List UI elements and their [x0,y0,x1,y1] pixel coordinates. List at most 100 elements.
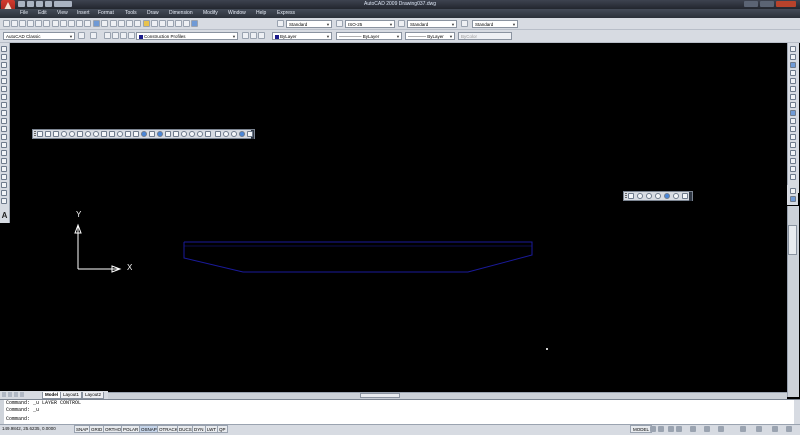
3d-align-icon[interactable] [197,131,203,137]
toolbar-grip[interactable] [34,131,36,137]
array-icon[interactable] [790,78,796,84]
3d-rotate-icon[interactable] [189,131,195,137]
dim-style-icon[interactable] [336,20,343,27]
markup-icon[interactable] [175,20,182,27]
wipeout-icon[interactable] [1,198,7,204]
stretch-icon[interactable] [790,110,796,116]
rotate-icon[interactable] [790,94,796,100]
tab-model[interactable]: Model [42,392,61,399]
ellipse-arc-icon[interactable] [1,126,7,132]
menu-express[interactable]: Express [277,10,295,16]
pan-icon[interactable] [110,20,117,27]
vertical-scrollbar-thumb[interactable] [788,225,797,255]
2d-wireframe-icon[interactable] [628,193,634,199]
close-button[interactable] [776,1,796,7]
lineweight-control-dropdown[interactable]: ———— ByLayer ▼ [405,32,455,40]
pyramid-icon[interactable] [93,131,99,137]
polygon-icon[interactable] [1,70,7,76]
chamfer-icon[interactable] [790,158,796,164]
coordinate-display[interactable]: 149.9842, 25.6235, 0.0000 [2,426,56,431]
visual-style-settings-icon[interactable] [682,193,688,199]
table-icon[interactable] [1,182,7,188]
tab-layout2[interactable]: Layout2 [82,392,105,399]
maximize-button[interactable] [760,1,774,7]
ellipse-icon[interactable] [1,118,7,124]
render-icon[interactable] [239,131,245,137]
scale-icon[interactable] [790,102,796,108]
sphere-icon[interactable] [69,131,75,137]
menu-file[interactable]: File [20,10,28,16]
save-icon[interactable] [36,1,43,7]
menu-tools[interactable]: Tools [125,10,137,16]
extrude-icon[interactable] [117,131,123,137]
undo-icon[interactable] [93,20,100,27]
3d-wireframe-icon[interactable] [637,193,643,199]
3d-move-icon[interactable] [181,131,187,137]
grid-toggle[interactable]: GRID [89,425,105,433]
join-icon[interactable] [790,150,796,156]
arc-icon[interactable] [1,86,7,92]
model-space-button[interactable]: MODEL [630,425,653,433]
multiline-text-icon[interactable]: A [1,211,8,220]
zoom-tray-icon[interactable] [676,426,682,432]
subtract-icon[interactable] [165,131,171,137]
zoom-window-icon[interactable] [126,20,133,27]
insert-block-icon[interactable] [1,134,7,140]
new-file-icon[interactable] [18,1,25,7]
drawing-area[interactable] [10,43,787,391]
layer-previous-icon[interactable] [250,32,257,39]
command-window-scrollbar[interactable] [794,400,800,424]
box-icon[interactable] [45,131,51,137]
auto-scale-icon[interactable] [718,426,724,432]
loft-icon[interactable] [149,131,155,137]
workspace-dropdown[interactable]: AutoCAD Classic ▼ [3,32,75,40]
first-tab-icon[interactable] [2,392,6,397]
revolve-icon[interactable] [141,131,147,137]
sweep-icon[interactable] [133,131,139,137]
presspull-icon[interactable] [125,131,131,137]
layer-dropdown[interactable]: Construction Profiles ▼ [136,32,238,40]
menu-help[interactable]: Help [256,10,266,16]
menu-edit[interactable]: Edit [38,10,47,16]
construction-profile-shape[interactable] [183,241,533,273]
polar-toggle[interactable]: POLAR [121,425,141,433]
mleader-style-icon[interactable] [461,20,468,27]
minimize-button[interactable] [744,1,758,7]
dyn-toggle[interactable]: DYN [192,425,206,433]
cut-icon[interactable] [52,20,59,27]
snap-toggle[interactable]: SNAP [74,425,91,433]
region-icon[interactable] [1,174,7,180]
next-tab-icon[interactable] [14,392,18,397]
linetype-control-dropdown[interactable]: ————— ByLayer ▼ [336,32,402,40]
tab-layout1[interactable]: Layout1 [60,392,83,399]
toolbar-lock-icon[interactable] [740,426,746,432]
copy-object-icon[interactable] [790,54,796,60]
command-prompt-input[interactable]: Command: [6,416,30,422]
menu-view[interactable]: View [57,10,68,16]
text-style-dropdown[interactable]: Standard ▼ [286,20,332,28]
cone-icon[interactable] [61,131,67,137]
move-icon[interactable] [790,86,796,92]
layer-lock-icon[interactable] [128,32,135,39]
match-properties-icon[interactable] [76,20,83,27]
open-icon[interactable] [11,20,18,27]
line-icon[interactable] [1,46,7,52]
plot-icon[interactable] [27,20,34,27]
copy-icon[interactable] [60,20,67,27]
qat-dropdown[interactable] [54,1,72,7]
tool-palettes-icon[interactable] [159,20,166,27]
command-window[interactable] [0,399,800,425]
pan-tray-icon[interactable] [668,426,674,432]
annotation-visibility-icon[interactable] [704,426,710,432]
hatch-icon[interactable] [1,158,7,164]
boundary-icon[interactable] [1,190,7,196]
gradient-icon[interactable] [1,166,7,172]
osnap-toggle[interactable]: OSNAP [139,425,159,433]
publish-icon[interactable] [43,20,50,27]
revision-cloud-icon[interactable] [1,102,7,108]
visual-styles-manager-icon[interactable] [673,193,679,199]
open-file-icon[interactable] [27,1,34,7]
3d-hidden-icon[interactable] [646,193,652,199]
status-tray-settings-icon[interactable] [756,426,762,432]
sheet-set-icon[interactable] [167,20,174,27]
